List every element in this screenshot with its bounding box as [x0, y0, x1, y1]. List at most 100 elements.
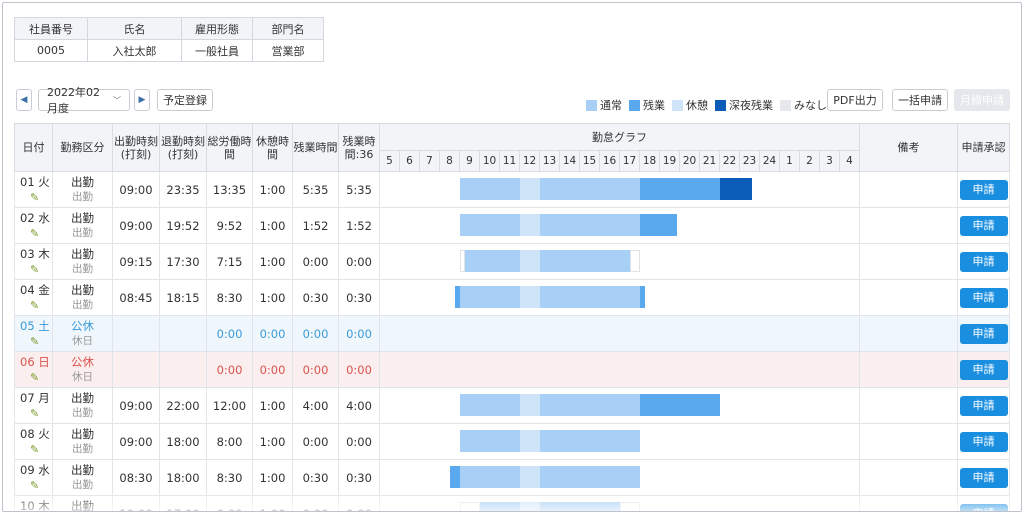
approval-header: 申請承認	[957, 123, 1010, 172]
overtime-cell-text: 1:52	[302, 218, 329, 233]
approval-cell: 申請	[957, 423, 1010, 460]
date-cell: 05 土 ✎	[14, 315, 53, 352]
date-text: 06 日	[20, 354, 50, 369]
bulk-apply-button[interactable]: 一括申請	[892, 89, 948, 111]
break-hours-cell-text: 1:00	[259, 182, 286, 197]
approval-cell: 申請	[957, 171, 1010, 208]
total-hours-cell-text: 8:00	[216, 434, 243, 449]
overtime-header: 残業時間	[292, 123, 339, 172]
note-cell	[859, 387, 958, 424]
approval-cell: 申請	[957, 351, 1010, 388]
graph-bar-over	[450, 466, 460, 488]
pencil-icon[interactable]: ✎	[20, 298, 52, 313]
clock-in-cell-text: 09:00	[119, 434, 153, 449]
work-type-sub: 出勤	[72, 190, 93, 203]
note-cell	[859, 351, 958, 388]
next-month-button[interactable]: ▶	[134, 89, 150, 111]
pencil-icon[interactable]: ✎	[20, 334, 52, 349]
monthly-close-button[interactable]: 月締申請	[954, 89, 1010, 111]
table-row: 08 火 ✎ 出勤 出勤 09:00 18:00 8:00 1:00 0:00 0:00 申請	[14, 423, 1010, 460]
month-select[interactable]: 2022年02月度 ﹀	[38, 86, 130, 115]
apply-button[interactable]: 申請	[959, 431, 1008, 452]
graph-cell	[379, 243, 860, 280]
pencil-icon[interactable]: ✎	[20, 262, 52, 277]
date-cell: 08 火 ✎	[14, 423, 53, 460]
graph-bar-normal	[465, 250, 520, 272]
legend-swatch	[586, 99, 597, 111]
pencil-icon[interactable]: ✎	[20, 478, 52, 493]
overtime-cell: 0:30	[292, 279, 339, 316]
graph-legend: 通常 残業 休憩 深夜残業 みなし	[586, 97, 834, 113]
graph-bar-rest	[520, 286, 540, 308]
apply-button[interactable]: 申請	[959, 323, 1008, 344]
pencil-icon[interactable]: ✎	[20, 190, 52, 205]
graph-cell	[379, 459, 860, 496]
clock-out-cell: 18:00	[159, 459, 207, 496]
total-hours-cell: 0:00	[206, 315, 253, 352]
work-type-cell: 出勤出勤	[52, 387, 113, 424]
break-hours-cell: 1:00	[252, 387, 293, 424]
graph-bar-normal	[540, 394, 640, 416]
schedule-register-button[interactable]: 予定登録	[157, 89, 213, 111]
date-text: 10 木	[20, 498, 50, 512]
overtime36-cell-text: 0:00	[346, 326, 372, 341]
total-hours-cell-text: 8:30	[216, 290, 243, 305]
overtime36-cell-text: 0:00	[346, 362, 372, 377]
prev-month-button[interactable]: ◀	[16, 89, 32, 111]
approval-cell: 申請	[957, 459, 1010, 496]
apply-button[interactable]: 申請	[959, 251, 1008, 272]
apply-button[interactable]: 申請	[959, 395, 1008, 416]
hour-label: 2	[799, 150, 820, 172]
break-hours-cell: 1:00	[252, 423, 293, 460]
apply-button[interactable]: 申請	[959, 503, 1008, 511]
graph-bar-normal	[460, 286, 520, 308]
hour-label: 10	[479, 150, 500, 172]
pencil-icon[interactable]: ✎	[20, 406, 52, 421]
approval-cell: 申請	[957, 279, 1010, 316]
note-header: 備考	[859, 123, 958, 172]
total-hours-cell-text: 7:15	[216, 254, 243, 269]
hour-label: 19	[659, 150, 680, 172]
graph-bar-normal	[460, 430, 520, 452]
pencil-icon[interactable]: ✎	[20, 442, 52, 457]
work-type-text: 出勤	[71, 174, 94, 189]
legend-item: 残業	[629, 97, 665, 113]
date-cell: 01 火 ✎	[14, 171, 53, 208]
graph-bar-rest	[520, 430, 540, 452]
hour-label: 18	[639, 150, 660, 172]
work-type-cell: 出勤出勤	[52, 459, 113, 496]
graph-bar-normal	[480, 502, 520, 511]
note-cell	[859, 279, 958, 316]
overtime-cell: 1:52	[292, 207, 339, 244]
apply-button[interactable]: 申請	[959, 359, 1008, 380]
clock-out-cell: 17:00	[159, 495, 207, 511]
clock-out-cell-text: 17:30	[166, 254, 200, 269]
clock-in-cell	[112, 351, 160, 388]
graph-bar-over	[640, 394, 720, 416]
graph-bar-rest	[520, 466, 540, 488]
hour-label: 23	[739, 150, 760, 172]
graph-bar-rest	[520, 502, 540, 511]
apply-button[interactable]: 申請	[959, 467, 1008, 488]
graph-bar-rest	[520, 394, 540, 416]
work-type-text: 公休	[71, 354, 94, 369]
pencil-icon[interactable]: ✎	[20, 370, 52, 385]
clock-in-header: 出勤時刻(打刻)	[112, 123, 160, 172]
attendance-window: 社員番号 氏名 雇用形態 部門名 0005 入社太郎 一般社員 営業部 ◀ 20…	[2, 2, 1022, 512]
graph-bar-normal	[540, 250, 630, 272]
clock-in-cell-text: 08:45	[119, 290, 153, 305]
break-hours-cell-text: 1:00	[259, 290, 286, 305]
employee-info-table: 社員番号 氏名 雇用形態 部門名 0005 入社太郎 一般社員 営業部	[14, 17, 324, 62]
overtime36-cell: 0:00	[338, 351, 380, 388]
pdf-export-button[interactable]: PDF出力	[827, 89, 883, 111]
pencil-icon[interactable]: ✎	[20, 226, 52, 241]
legend-label: 深夜残業	[729, 99, 773, 112]
apply-button[interactable]: 申請	[959, 287, 1008, 308]
overtime-cell: 5:35	[292, 171, 339, 208]
overtime36-cell: 0:30	[338, 279, 380, 316]
clock-in-cell: 09:00	[112, 423, 160, 460]
apply-button[interactable]: 申請	[959, 215, 1008, 236]
hour-label: 22	[719, 150, 740, 172]
work-type-sub: 出勤	[72, 478, 93, 491]
apply-button[interactable]: 申請	[959, 179, 1008, 200]
